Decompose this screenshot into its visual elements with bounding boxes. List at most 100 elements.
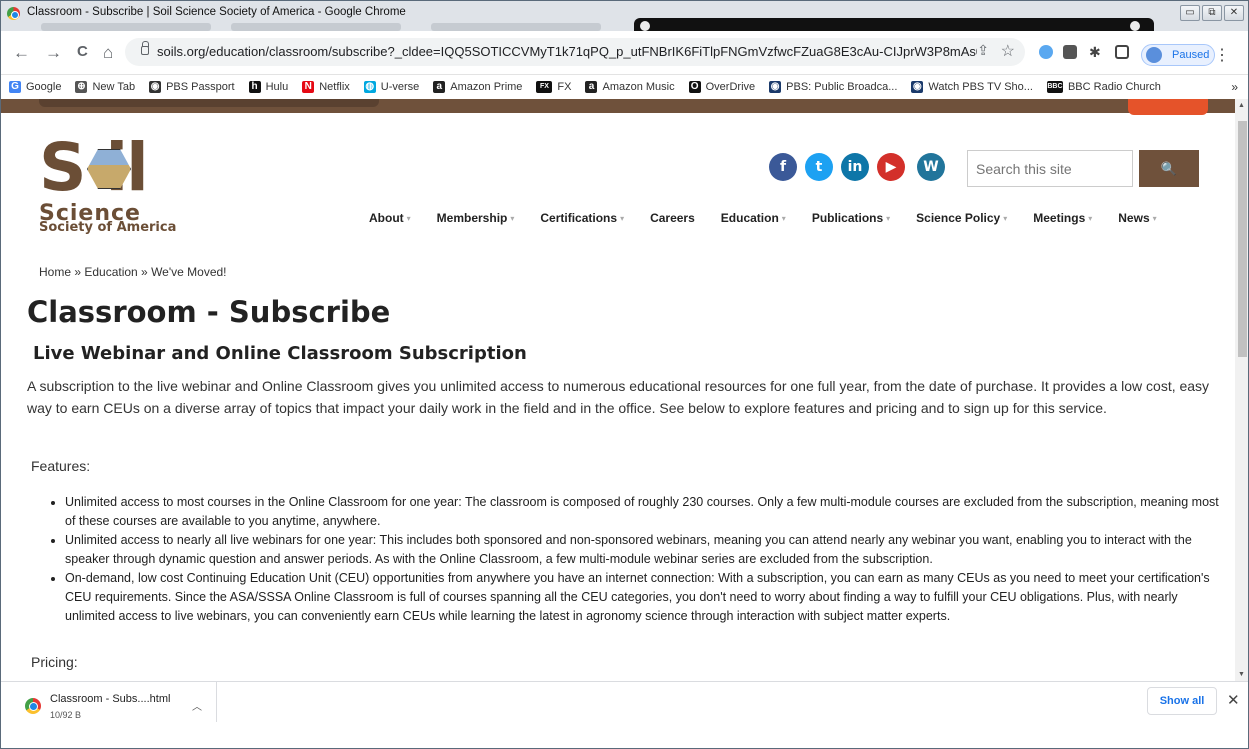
search-button[interactable]: 🔍 <box>1139 150 1199 187</box>
nav-item-education[interactable]: Education ▾ <box>721 211 786 225</box>
chrome-file-icon <box>25 698 41 714</box>
bookmark-label: Amazon Music <box>602 81 675 93</box>
browser-window: Classroom - Subscribe | Soil Science Soc… <box>0 0 1249 749</box>
bookmark-item[interactable]: ◍ U-verse <box>363 81 420 93</box>
side-panel-icon[interactable] <box>1115 45 1129 59</box>
vertical-scrollbar[interactable]: ▲ ▼ <box>1235 99 1248 681</box>
home-button[interactable]: ⌂ <box>103 43 113 63</box>
section-title: Live Webinar and Online Classroom Subscr… <box>33 343 527 364</box>
nav-item-careers[interactable]: Careers <box>650 211 695 225</box>
tab-ghost[interactable] <box>41 23 211 31</box>
chevron-up-icon[interactable]: ︿ <box>192 698 202 713</box>
nav-item-news[interactable]: News ▾ <box>1118 211 1156 225</box>
nav-item-publications[interactable]: Publications ▾ <box>812 211 890 225</box>
scroll-up-icon[interactable]: ▲ <box>1238 102 1245 109</box>
page-title: Classroom - Subscribe <box>27 295 391 329</box>
bookmark-item[interactable]: a Amazon Music <box>585 81 675 93</box>
bookmark-label: Hulu <box>265 81 289 93</box>
bookmark-item[interactable]: a Amazon Prime <box>433 81 522 93</box>
netflix-icon: N <box>302 81 315 93</box>
bookmark-item[interactable]: h Hulu <box>248 81 289 93</box>
pbs-icon: ◉ <box>149 81 162 93</box>
scroll-down-icon[interactable]: ▼ <box>1238 671 1245 678</box>
bookmark-item[interactable]: ◉ Watch PBS TV Sho... <box>911 81 1033 93</box>
close-downloads-icon[interactable]: ✕ <box>1227 691 1240 709</box>
show-all-button[interactable]: Show all <box>1147 687 1217 715</box>
extension-icon[interactable] <box>1063 45 1077 59</box>
bookmark-item[interactable]: ⊕ New Tab <box>75 81 135 93</box>
bookmarks-overflow-icon[interactable]: » <box>1231 80 1238 94</box>
download-bar: Classroom - Subs....html 10/92 B ︿ Show … <box>1 681 1248 748</box>
nav-item-label: Education <box>720 211 779 225</box>
nav-item-membership[interactable]: Membership ▾ <box>437 211 515 225</box>
bookmark-item[interactable]: ◉ PBS: Public Broadca... <box>769 81 897 93</box>
bookmark-item[interactable]: BBC BBC Radio Church <box>1046 81 1161 93</box>
bookmark-label: PBS: Public Broadca... <box>786 81 898 93</box>
nav-item-label: Science Policy <box>916 211 1001 225</box>
address-bar[interactable]: soils.org/education/classroom/subscribe?… <box>125 38 1025 66</box>
bookmarks-bar: G Google ⊕ New Tab ◉ PBS Passport h Hulu N Netfli… <box>1 75 1248 99</box>
bookmark-item[interactable]: ◉ PBS Passport <box>149 81 235 93</box>
puzzle-icon[interactable]: ✱ <box>1089 45 1103 59</box>
hulu-icon: h <box>248 81 261 93</box>
bookmark-item[interactable]: FX FX <box>536 81 571 93</box>
top-action-button[interactable] <box>1128 99 1208 115</box>
forward-button[interactable]: → <box>45 43 62 63</box>
extension-icon[interactable] <box>1039 45 1053 59</box>
profile-button[interactable]: Paused <box>1141 44 1215 66</box>
download-file-size: 10/92 B <box>50 710 82 720</box>
features-list: Unlimited access to most courses in the … <box>49 493 1219 626</box>
main-nav: About ▾ Membership ▾ Certifications ▾ Careers E… <box>369 211 1157 225</box>
page-viewport: S il Science Society of America ftin ▶ W 🔍… <box>1 99 1235 681</box>
nav-item-label: Careers <box>650 211 695 225</box>
chevron-down-icon: ▾ <box>620 213 625 223</box>
scroll-thumb[interactable] <box>1238 121 1247 357</box>
nav-item-science-policy[interactable]: Science Policy ▾ <box>916 211 1007 225</box>
tab-ghost[interactable] <box>431 23 601 31</box>
bookmark-item[interactable]: N Netflix <box>302 81 350 93</box>
menu-icon[interactable]: ⋮ <box>1214 45 1230 65</box>
twitter-icon[interactable]: t <box>805 153 833 181</box>
reload-button[interactable]: C <box>77 43 88 60</box>
window-title: Classroom - Subscribe | Soil Science Soc… <box>27 6 406 18</box>
tab-ghost[interactable] <box>231 23 401 31</box>
download-file-name: Classroom - Subs....html <box>50 693 171 705</box>
maximize-button[interactable]: ⧉ <box>1202 5 1222 21</box>
facebook-icon[interactable]: f <box>769 153 797 181</box>
url-text[interactable]: soils.org/education/classroom/subscribe?… <box>157 44 977 59</box>
nav-item-certifications[interactable]: Certifications ▾ <box>540 211 624 225</box>
bookmark-item[interactable]: G Google <box>9 81 61 93</box>
intro-paragraph: A subscription to the live webinar and O… <box>27 378 1210 416</box>
overdrive-icon: O <box>688 81 701 93</box>
site-search-input[interactable] <box>967 150 1133 187</box>
minimize-button[interactable]: ▭ <box>1180 5 1200 21</box>
feature-item: On-demand, low cost Continuing Education… <box>65 569 1219 626</box>
nav-item-label: Certifications <box>540 211 618 225</box>
bookmark-label: BBC Radio Church <box>1067 81 1161 93</box>
features-heading: Features: <box>31 458 91 474</box>
breadcrumb[interactable]: Home » Education » We've Moved! <box>39 265 227 279</box>
download-item[interactable]: Classroom - Subs....html 10/92 B ︿ <box>11 688 216 728</box>
nav-item-about[interactable]: About ▾ <box>369 211 411 225</box>
linkedin-icon[interactable]: in <box>841 153 869 181</box>
share-icon[interactable]: ⇪ <box>977 42 989 59</box>
chevron-down-icon: ▾ <box>1152 213 1157 223</box>
youtube-icon[interactable]: ▶ <box>877 153 905 181</box>
bookmark-label: U-verse <box>380 81 420 93</box>
bookmark-label: Netflix <box>319 81 350 93</box>
active-tab[interactable] <box>634 18 1154 31</box>
bookmark-item[interactable]: O OverDrive <box>688 81 755 93</box>
back-button[interactable]: ← <box>13 43 30 63</box>
pricing-heading: Pricing: <box>31 654 78 670</box>
divider <box>216 682 217 722</box>
bookmark-star-icon[interactable]: ☆ <box>1001 41 1015 61</box>
lock-icon[interactable] <box>141 41 149 55</box>
feature-item: Unlimited access to most courses in the … <box>65 493 1219 531</box>
wordpress-icon[interactable]: W <box>917 153 945 181</box>
nav-item-meetings[interactable]: Meetings ▾ <box>1033 211 1092 225</box>
close-button[interactable]: ✕ <box>1224 5 1244 21</box>
chevron-down-icon: ▾ <box>510 213 515 223</box>
site-logo[interactable]: S il Science Society of America <box>39 129 189 237</box>
bookmark-label: FX <box>557 81 572 93</box>
chrome-icon <box>7 7 20 20</box>
